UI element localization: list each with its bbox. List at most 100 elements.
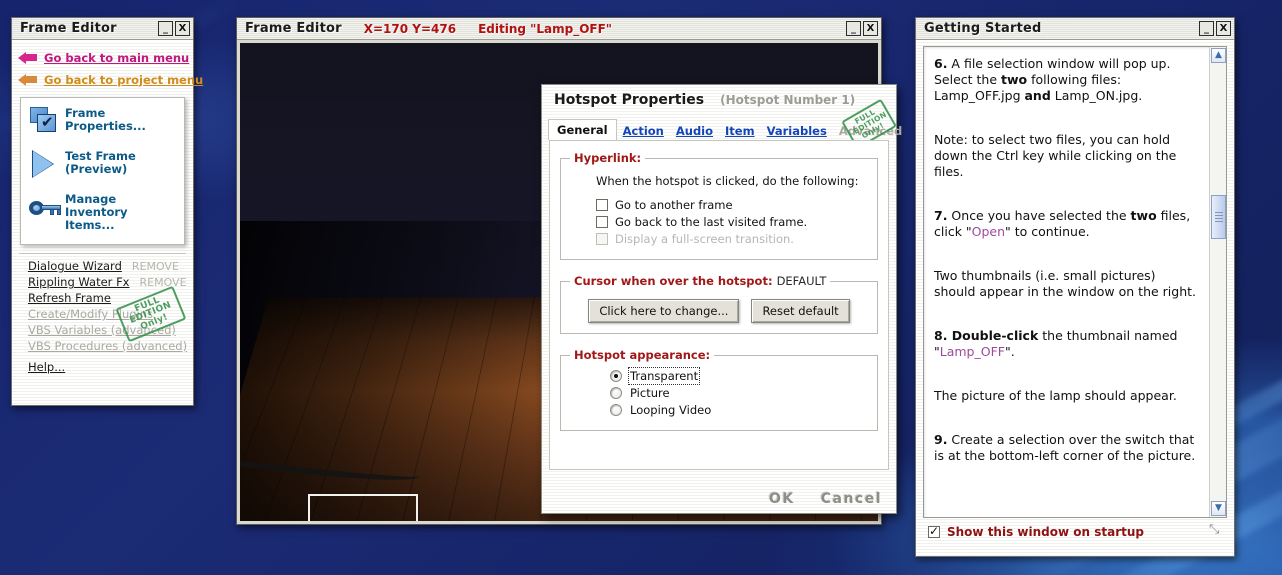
scroll-down-button[interactable]: ▼	[1211, 501, 1226, 516]
getting-started-window-buttons: _ X	[1199, 21, 1231, 36]
command-label: Dialogue Wizard	[28, 259, 122, 273]
tab-variables[interactable]: Variables	[761, 121, 833, 140]
frame-properties-icon: ✔	[27, 106, 65, 140]
ok-button[interactable]: OK	[769, 491, 795, 507]
command-help[interactable]: Help...	[18, 360, 187, 376]
frame-editor-side-panel: Frame Editor _ X Go back to main menu Go…	[11, 17, 194, 406]
remove-link[interactable]: REMOVE	[132, 260, 179, 273]
side-panel-body: Go back to main menu Go back to project …	[12, 40, 193, 405]
dialog-action-buttons: OK Cancel	[769, 491, 882, 507]
hotspot-tab-bar: General Action Audio Item Variables Adva…	[542, 120, 896, 140]
command-label: VBS Procedures (advanced)	[28, 339, 187, 353]
cancel-button[interactable]: Cancel	[821, 491, 882, 507]
getting-started-window: Getting Started _ X 6. A file selection …	[915, 17, 1235, 557]
command-create-modify-plugins: Create/Modify Plugins	[18, 307, 187, 323]
display-fullscreen-transition-checkbox	[596, 233, 608, 245]
cursor-group: Cursor when over the hotspot: DEFAULT Cl…	[560, 274, 878, 334]
minimize-icon[interactable]: _	[846, 21, 861, 36]
appearance-group-legend: Hotspot appearance:	[570, 348, 714, 362]
side-panel-window-buttons: _ X	[158, 21, 190, 36]
reset-default-button[interactable]: Reset default	[751, 299, 849, 323]
action-frame-properties[interactable]: ✔ Frame Properties...	[27, 106, 178, 140]
key-icon	[27, 192, 65, 226]
looping-video-radio[interactable]	[610, 404, 622, 416]
go-back-last-visited-frame-checkbox[interactable]	[596, 216, 608, 228]
show-on-startup-checkbox[interactable]	[928, 526, 940, 538]
frame-editor-titlebar[interactable]: Frame Editor X=170 Y=476 Editing "Lamp_O…	[237, 18, 881, 40]
transparent-radio[interactable]	[610, 370, 622, 382]
instructions-pane: 6. A file selection window will pop up. …	[923, 46, 1227, 518]
nav-back-to-main-menu[interactable]: Go back to main menu	[18, 48, 187, 67]
hyperlink-group: Hyperlink: When the hotspot is clicked, …	[560, 151, 878, 260]
getting-started-title: Getting Started	[924, 21, 1042, 36]
side-panel-title: Frame Editor	[20, 21, 117, 36]
frame-editor-window: Frame Editor X=170 Y=476 Editing "Lamp_O…	[236, 17, 882, 525]
hotspot-dialog-title: Hotspot Properties	[554, 92, 704, 108]
left-arrow-icon	[18, 51, 38, 65]
action-manage-inventory[interactable]: Manage Inventory Items...	[27, 192, 178, 232]
transparent-label: Transparent	[630, 369, 698, 383]
general-tab-panel: Hyperlink: When the hotspot is clicked, …	[549, 140, 889, 470]
tab-advanced: Advanced	[833, 121, 908, 140]
tab-action[interactable]: Action	[617, 121, 670, 140]
hotspot-dialog-header: Hotspot Properties (Hotspot Number 1)	[542, 85, 896, 112]
instruction-paragraph: Note: to select two files, you can hold …	[934, 132, 1199, 180]
remove-link[interactable]: REMOVE	[140, 276, 187, 289]
instruction-paragraph: Two thumbnails (i.e. small pictures) sho…	[934, 268, 1199, 300]
tab-audio[interactable]: Audio	[670, 121, 719, 140]
instruction-paragraph: 7. Once you have selected the two files,…	[934, 208, 1199, 240]
instructions-scrollbar[interactable]: ▲ ▼	[1209, 47, 1226, 517]
action-frame-properties-label: Frame Properties...	[65, 106, 178, 133]
resize-grip-icon[interactable]: ⤡	[1209, 523, 1223, 537]
minimize-icon[interactable]: _	[1199, 21, 1214, 36]
desktop-background: Frame Editor _ X Go back to main menu Go…	[0, 0, 1282, 575]
cursor-coordinates: X=170 Y=476	[364, 22, 456, 36]
command-dialogue-wizard[interactable]: Dialogue Wizard REMOVE	[18, 259, 187, 275]
close-icon[interactable]: X	[863, 21, 878, 36]
show-on-startup-row[interactable]: Show this window on startup ⤡	[923, 525, 1227, 539]
picture-radio[interactable]	[610, 387, 622, 399]
command-label: Rippling Water Fx	[28, 275, 130, 289]
nav-back-to-project-menu[interactable]: Go back to project menu	[18, 70, 187, 89]
hotspot-selection-rectangle[interactable]	[308, 494, 418, 521]
nav-back-to-main-menu-label: Go back to main menu	[44, 51, 189, 65]
radio-row-picture[interactable]: Picture	[610, 386, 868, 400]
editing-label: Editing "Lamp_OFF"	[478, 22, 612, 36]
tab-item[interactable]: Item	[719, 121, 761, 140]
go-to-another-frame-checkbox[interactable]	[596, 199, 608, 211]
radio-row-looping-video[interactable]: Looping Video	[610, 403, 868, 417]
checkbox-row-go-back-last-frame[interactable]: Go back to the last visited frame.	[596, 215, 868, 229]
command-rippling-water-fx[interactable]: Rippling Water Fx REMOVE	[18, 275, 187, 291]
click-here-to-change-button[interactable]: Click here to change...	[588, 299, 739, 323]
action-manage-inventory-label: Manage Inventory Items...	[65, 192, 178, 232]
command-refresh-frame[interactable]: Refresh Frame	[18, 291, 187, 307]
minimize-icon[interactable]: _	[158, 21, 173, 36]
appearance-group: Hotspot appearance: Transparent Picture …	[560, 348, 878, 431]
frame-editor-window-buttons: _ X	[846, 21, 878, 36]
cursor-group-legend-text: Cursor when over the hotspot:	[574, 274, 773, 288]
go-to-another-frame-label: Go to another frame	[615, 198, 733, 212]
close-icon[interactable]: X	[1216, 21, 1231, 36]
instructions-text: 6. A file selection window will pop up. …	[924, 47, 1209, 517]
checkbox-row-go-to-another-frame[interactable]: Go to another frame	[596, 198, 868, 212]
side-panel-titlebar[interactable]: Frame Editor _ X	[12, 18, 193, 40]
cursor-group-legend: Cursor when over the hotspot: DEFAULT	[570, 274, 830, 288]
getting-started-titlebar[interactable]: Getting Started _ X	[916, 18, 1234, 40]
hotspot-properties-dialog: Hotspot Properties (Hotspot Number 1) Ge…	[541, 84, 897, 514]
hyperlink-intro-text: When the hotspot is clicked, do the foll…	[596, 174, 868, 188]
hyperlink-group-legend: Hyperlink:	[570, 151, 645, 165]
close-icon[interactable]: X	[175, 21, 190, 36]
go-back-last-visited-frame-label: Go back to the last visited frame.	[615, 215, 807, 229]
tab-general[interactable]: General	[548, 119, 617, 140]
picture-label: Picture	[630, 386, 670, 400]
checkbox-row-fullscreen-transition: Display a full-screen transition.	[596, 232, 868, 246]
play-triangle-icon	[27, 149, 65, 183]
action-test-frame[interactable]: Test Frame (Preview)	[27, 149, 178, 183]
scroll-up-button[interactable]: ▲	[1211, 48, 1226, 63]
radio-row-transparent[interactable]: Transparent	[610, 369, 868, 383]
scrollbar-thumb[interactable]	[1211, 195, 1226, 239]
left-arrow-icon	[18, 73, 38, 87]
command-vbs-procedures: VBS Procedures (advanced)	[18, 339, 187, 355]
command-vbs-variables: VBS Variables (advanced)	[18, 323, 187, 339]
instruction-paragraph: The picture of the lamp should appear.	[934, 388, 1199, 404]
